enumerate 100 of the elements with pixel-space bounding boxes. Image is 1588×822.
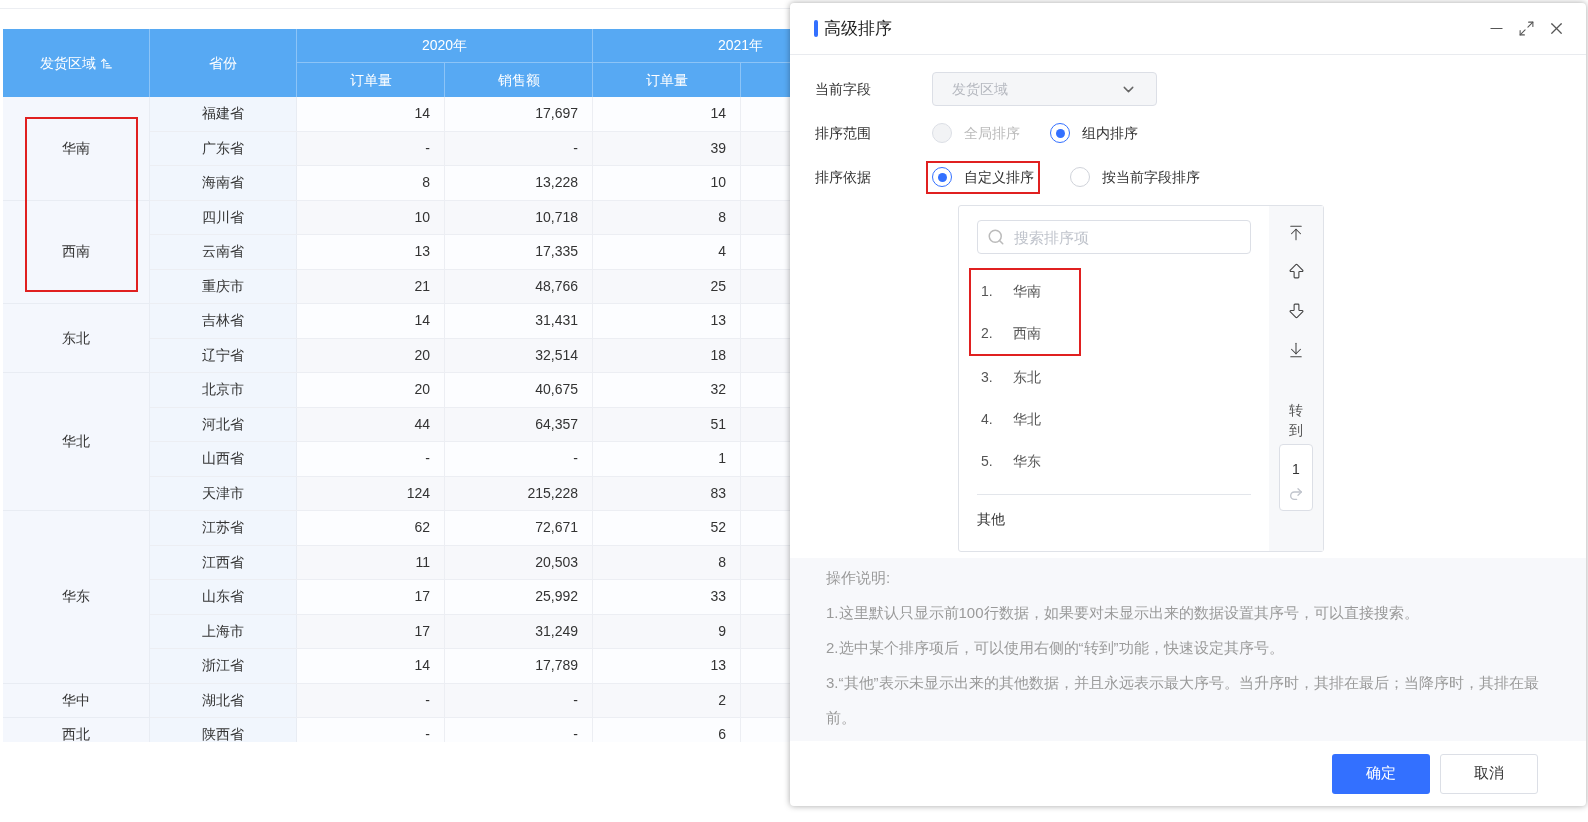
table-cell: 32 — [593, 373, 741, 407]
table-cell: 18 — [593, 338, 741, 372]
table-cell: 83 — [593, 476, 741, 510]
search-icon — [987, 228, 1005, 246]
table-cell: 14 — [297, 97, 445, 131]
table-cell: 14 — [593, 97, 741, 131]
province-cell: 云南省 — [150, 235, 297, 269]
province-cell: 山东省 — [150, 580, 297, 614]
other-item[interactable]: 其他 — [977, 511, 1005, 527]
table-cell: 21 — [297, 269, 445, 303]
table-cell: 40,675 — [445, 373, 593, 407]
province-cell: 重庆市 — [150, 269, 297, 303]
table-cell: 10,718 — [445, 200, 593, 234]
table-cell: - — [297, 683, 445, 717]
table-cell: - — [297, 131, 445, 165]
note-text: 2.选中某个排序项后，可以使用右侧的“转到”功能，快速设定其序号。 — [826, 638, 1285, 658]
table-cell: 62 — [297, 511, 445, 545]
table-cell: 13 — [593, 304, 741, 338]
table-cell: 10 — [593, 166, 741, 200]
table-cell: 48,766 — [445, 269, 593, 303]
table-cell: 20 — [297, 338, 445, 372]
province-cell: 北京市 — [150, 373, 297, 407]
table-cell: 14 — [297, 304, 445, 338]
table-cell: 20 — [297, 373, 445, 407]
table-cell: 51 — [593, 407, 741, 441]
province-cell: 辽宁省 — [150, 338, 297, 372]
province-cell: 广东省 — [150, 131, 297, 165]
goto-label: 转到 — [1289, 401, 1303, 440]
sort-list-item[interactable]: 3. 东北 — [977, 356, 1251, 398]
confirm-button[interactable]: 确定 — [1332, 753, 1430, 794]
maximize-icon[interactable] — [1518, 20, 1535, 37]
table-cell: 11 — [297, 545, 445, 579]
province-cell: 吉林省 — [150, 304, 297, 338]
search-field[interactable]: 搜索排序项 — [977, 220, 1251, 254]
column-group-header: 2020年 — [297, 29, 593, 63]
table-cell: 17 — [297, 614, 445, 648]
province-cell: 河北省 — [150, 407, 297, 441]
table-cell: 124 — [297, 476, 445, 510]
table-cell: - — [445, 442, 593, 476]
province-cell: 山西省 — [150, 442, 297, 476]
radio-option[interactable]: 组内排序 — [1050, 122, 1138, 144]
cancel-button[interactable]: 取消 — [1440, 753, 1538, 794]
dialog-title: 高级排序 — [824, 17, 892, 40]
province-cell: 江苏省 — [150, 511, 297, 545]
move-to-bottom-icon[interactable] — [1287, 341, 1305, 359]
table-cell: 64,357 — [445, 407, 593, 441]
sort-list-item[interactable]: 5. 华东 — [977, 440, 1251, 482]
table-cell: 14 — [297, 649, 445, 683]
province-cell: 陕西省 — [150, 718, 297, 742]
move-down-icon[interactable] — [1286, 301, 1306, 320]
table-cell: 9 — [593, 614, 741, 648]
sort-list-item[interactable]: 2. 西南 — [977, 312, 1079, 354]
move-to-top-icon[interactable] — [1287, 224, 1305, 242]
table-cell: 2 — [593, 683, 741, 717]
table-cell: - — [445, 683, 593, 717]
table-cell: 8 — [593, 200, 741, 234]
table-cell: 33 — [593, 580, 741, 614]
radio-option[interactable]: 自定义排序 — [932, 166, 1034, 188]
table-cell: 215,228 — [445, 476, 593, 510]
table-cell: - — [297, 718, 445, 742]
field-label: 排序范围 — [815, 123, 872, 143]
note-text: 1.这里默认只显示前100行数据，如果要对未显示出来的数据设置其序号，可以直接搜索。 — [826, 603, 1420, 623]
province-cell: 四川省 — [150, 200, 297, 234]
table-cell: 25,992 — [445, 580, 593, 614]
notes-title: 操作说明: — [826, 568, 892, 588]
goto-field[interactable]: 1 — [1279, 444, 1313, 512]
table-cell: 25 — [593, 269, 741, 303]
province-cell: 江西省 — [150, 545, 297, 579]
table-cell: 17,697 — [445, 97, 593, 131]
table-cell: 17,335 — [445, 235, 593, 269]
province-cell: 天津市 — [150, 476, 297, 510]
table-cell: 20,503 — [445, 545, 593, 579]
sort-list-item[interactable]: 4. 华北 — [977, 398, 1251, 440]
table-cell: 8 — [593, 545, 741, 579]
table-cell: 31,431 — [445, 304, 593, 338]
title-accent — [814, 20, 818, 37]
move-up-icon[interactable] — [1286, 262, 1306, 281]
table-cell: 13,228 — [445, 166, 593, 200]
table-cell: 8 — [297, 166, 445, 200]
table-cell: 72,671 — [445, 511, 593, 545]
table-cell: 31,249 — [445, 614, 593, 648]
table-cell: 17,789 — [445, 649, 593, 683]
radio-option[interactable]: 按当前字段排序 — [1070, 166, 1200, 188]
province-cell: 湖北省 — [150, 683, 297, 717]
table-cell: 4 — [593, 235, 741, 269]
table-cell: 13 — [297, 235, 445, 269]
table-cell: 39 — [593, 131, 741, 165]
province-cell: 上海市 — [150, 614, 297, 648]
table-cell: 13 — [593, 649, 741, 683]
table-cell: 32,514 — [445, 338, 593, 372]
province-cell: 福建省 — [150, 97, 297, 131]
table-cell: - — [445, 718, 593, 742]
table-cell: 17 — [297, 580, 445, 614]
province-cell: 海南省 — [150, 166, 297, 200]
field-label: 当前字段 — [815, 79, 872, 99]
table-cell: 44 — [297, 407, 445, 441]
sort-list-item[interactable]: 1. 华南 — [977, 270, 1079, 312]
field-label: 排序依据 — [815, 167, 872, 187]
province-cell: 浙江省 — [150, 649, 297, 683]
table-cell: - — [297, 442, 445, 476]
